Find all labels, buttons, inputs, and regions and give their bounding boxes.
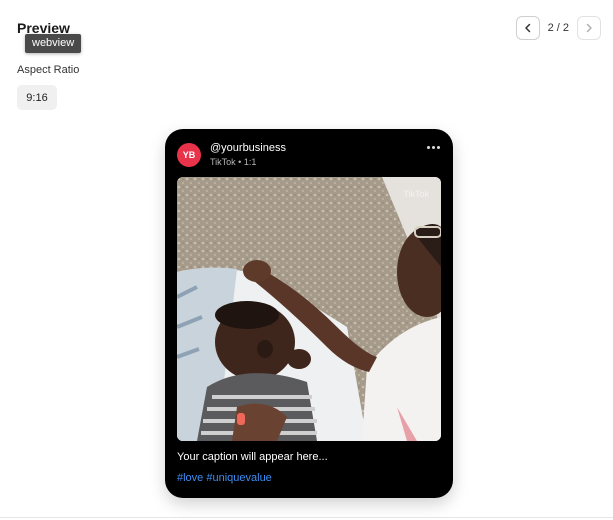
aspect-ratio-label: Aspect Ratio [17, 64, 80, 76]
preview-panel: Preview webview 2 / 2 Aspect Ratio 9:16 … [0, 0, 613, 520]
post-caption: Your caption will appear here... [177, 451, 328, 463]
avatar: YB [177, 143, 201, 167]
prev-button[interactable] [515, 16, 540, 40]
post-hashtags: #love #uniquevalue [177, 472, 272, 484]
account-handle: @yourbusiness [210, 142, 286, 154]
chevron-right-icon [586, 23, 592, 33]
aspect-ratio-chip[interactable]: 9:16 [17, 85, 57, 110]
page-indicator: 2 / 2 [547, 22, 569, 34]
next-button[interactable] [577, 16, 601, 40]
tiktok-post-preview: YB @yourbusiness TikTok • 1:1 TikTok You… [165, 129, 453, 498]
divider [0, 517, 613, 518]
tiktok-watermark: TikTok [403, 189, 429, 199]
tooltip: webview [25, 34, 82, 53]
more-horizontal-icon[interactable] [427, 146, 440, 149]
post-image: TikTok [177, 177, 441, 441]
pager: 2 / 2 [515, 16, 601, 40]
post-subline: TikTok • 1:1 [210, 157, 257, 167]
chevron-left-icon [524, 23, 530, 33]
post-photo [177, 177, 441, 441]
